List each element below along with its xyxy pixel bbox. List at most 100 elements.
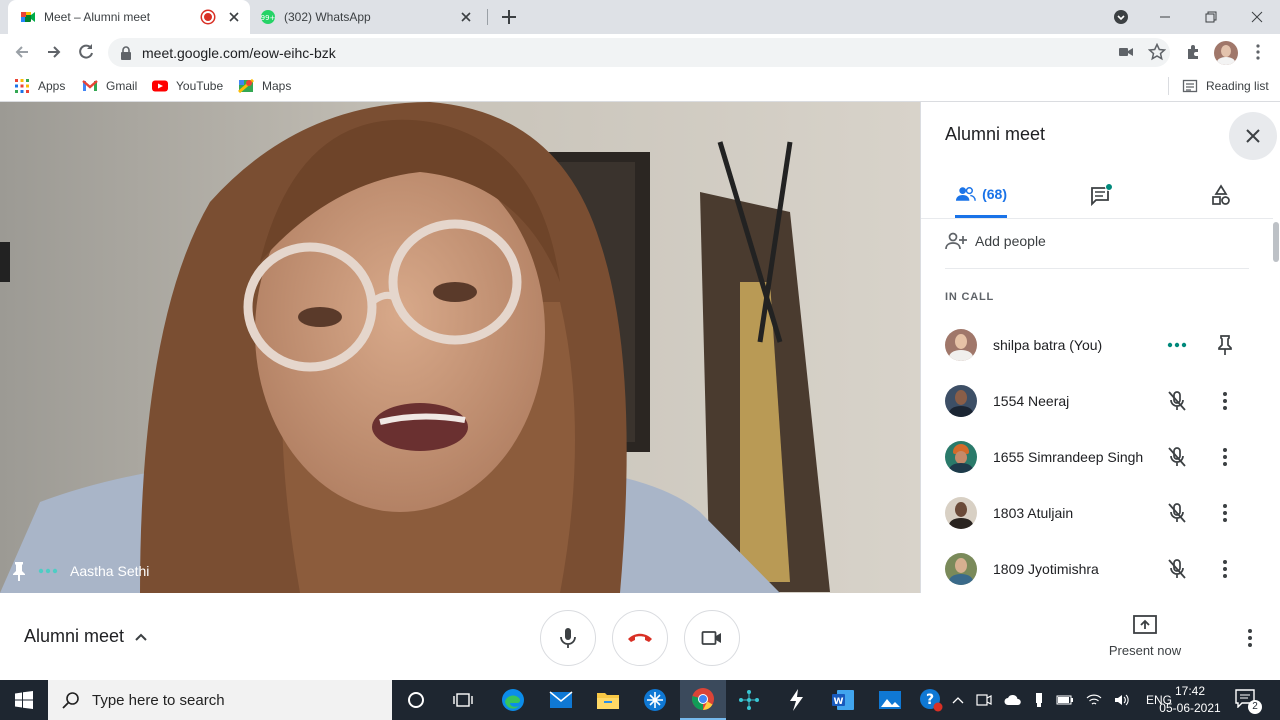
microphone-button[interactable]: [540, 610, 596, 666]
taskbar-app-network[interactable]: [726, 680, 772, 720]
taskbar-file-explorer[interactable]: [585, 680, 631, 720]
forward-icon[interactable]: [44, 42, 64, 62]
volume-icon[interactable]: [1114, 693, 1130, 707]
tab-search-button[interactable]: [1098, 0, 1144, 34]
close-tab-icon[interactable]: [458, 9, 474, 25]
close-window-button[interactable]: [1234, 0, 1280, 34]
taskbar-photos[interactable]: [867, 680, 913, 720]
reload-icon[interactable]: [76, 42, 96, 62]
google-meet-icon: [21, 12, 35, 22]
cortana-circle-icon: [408, 692, 424, 708]
bookmark-maps[interactable]: Maps: [238, 77, 291, 95]
browser-menu-icon[interactable]: [1248, 42, 1268, 62]
taskbar-help[interactable]: ?: [908, 680, 954, 720]
restore-button[interactable]: [1188, 0, 1234, 34]
speaking-indicator-icon: [38, 568, 58, 574]
taskbar-edge[interactable]: [490, 680, 536, 720]
mic-off-icon: [1168, 559, 1186, 579]
avatar: [945, 385, 977, 417]
svg-text:99+: 99+: [261, 14, 276, 22]
more-options-icon[interactable]: [1213, 501, 1237, 525]
participant-video-feed: [0, 102, 920, 593]
taskbar-app-bolt[interactable]: [773, 680, 819, 720]
speaker-name-bar: Aastha Sethi: [0, 549, 920, 593]
chrome-icon: [692, 688, 714, 710]
tab-whatsapp[interactable]: 99+ (302) WhatsApp: [252, 0, 488, 34]
camera-button[interactable]: [684, 610, 740, 666]
taskbar-app[interactable]: [632, 680, 678, 720]
participant-row[interactable]: 1803 Atuljain: [945, 493, 1261, 533]
leave-call-button[interactable]: [612, 610, 668, 666]
power-battery-icon[interactable]: [1056, 693, 1074, 707]
extensions-puzzle-icon[interactable]: [1184, 42, 1204, 62]
clock-date: 05-06-2021: [1159, 701, 1221, 715]
minimize-button[interactable]: [1142, 0, 1188, 34]
present-now-button[interactable]: Present now: [1100, 613, 1190, 658]
more-options-icon[interactable]: [1213, 389, 1237, 413]
taskbar-search-box[interactable]: Type here to search: [48, 680, 392, 720]
meet-now-icon[interactable]: [976, 693, 992, 707]
address-bar[interactable]: meet.google.com/eow-eihc-bzk: [108, 38, 1170, 67]
mic-off-icon: [1168, 447, 1186, 467]
pin-icon[interactable]: [1213, 333, 1237, 357]
panel-scrollbar[interactable]: [1273, 222, 1279, 262]
cortana-button[interactable]: [393, 680, 439, 720]
chat-icon: [1091, 183, 1113, 207]
close-tab-icon[interactable]: [226, 9, 242, 25]
onedrive-cloud-icon[interactable]: [1004, 694, 1022, 706]
present-now-label: Present now: [1108, 643, 1182, 658]
pin-icon[interactable]: [12, 561, 26, 581]
start-button[interactable]: [0, 680, 48, 720]
bookmark-apps[interactable]: Apps: [14, 77, 65, 95]
chevron-up-icon: [135, 633, 147, 641]
participant-row[interactable]: shilpa batra (You): [945, 325, 1261, 365]
edge-icon: [502, 689, 524, 711]
profile-avatar[interactable]: [1214, 41, 1238, 65]
action-center-button[interactable]: 2: [1234, 688, 1264, 714]
camera-in-use-icon[interactable]: [1118, 43, 1134, 61]
speaker-name: Aastha Sethi: [70, 563, 150, 579]
tab-people[interactable]: (68): [955, 172, 1007, 218]
help-icon: ?: [920, 689, 943, 712]
participant-row[interactable]: 1554 Neeraj: [945, 381, 1261, 421]
taskbar-mail[interactable]: [538, 680, 584, 720]
present-screen-icon: [1133, 615, 1157, 634]
taskbar-chrome[interactable]: [680, 680, 726, 720]
new-tab-icon[interactable]: [500, 8, 518, 26]
tab-activities[interactable]: [1197, 172, 1245, 218]
panel-tabs: (68): [921, 172, 1280, 218]
tab-chat[interactable]: [1077, 172, 1125, 218]
back-icon[interactable]: [12, 42, 32, 62]
people-panel: Alumni meet (68) Add people IN CALL shil…: [920, 102, 1280, 593]
add-people-button[interactable]: Add people: [945, 232, 1046, 250]
mail-icon: [549, 691, 573, 708]
search-icon: [62, 692, 79, 709]
participant-row[interactable]: 1655 Simrandeep Singh: [945, 437, 1261, 477]
bookmark-label: YouTube: [176, 79, 224, 93]
more-options-icon[interactable]: [1213, 445, 1237, 469]
bookmark-star-icon[interactable]: [1148, 43, 1166, 61]
wifi-icon[interactable]: [1086, 693, 1102, 707]
show-hidden-icons-chevron-icon[interactable]: [952, 695, 964, 705]
taskbar-word[interactable]: W: [820, 680, 866, 720]
reading-list-button[interactable]: Reading list: [1182, 77, 1269, 95]
usb-device-icon[interactable]: [1034, 692, 1044, 708]
avatar: [945, 329, 977, 361]
bookmark-youtube[interactable]: YouTube: [152, 77, 223, 95]
end-call-icon: [628, 633, 652, 642]
bookmark-label: Gmail: [106, 79, 138, 93]
main-video-tile[interactable]: Aastha Sethi: [0, 102, 920, 593]
meeting-details-toggle[interactable]: Alumni meet: [24, 626, 148, 647]
microphone-icon: [560, 628, 576, 648]
system-clock[interactable]: 17:42 05-06-2021: [1150, 683, 1230, 717]
participant-row[interactable]: 1809 Jyotimishra: [945, 549, 1261, 589]
people-icon: [955, 186, 976, 201]
tab-meet[interactable]: Meet – Alumni meet: [8, 0, 250, 34]
bookmark-gmail[interactable]: Gmail: [82, 77, 137, 95]
more-options-icon[interactable]: [1238, 626, 1262, 650]
more-options-icon[interactable]: [1213, 557, 1237, 581]
avatar: [945, 497, 977, 529]
task-view-button[interactable]: [440, 680, 486, 720]
close-panel-button[interactable]: [1229, 112, 1277, 160]
word-icon: W: [832, 690, 854, 710]
